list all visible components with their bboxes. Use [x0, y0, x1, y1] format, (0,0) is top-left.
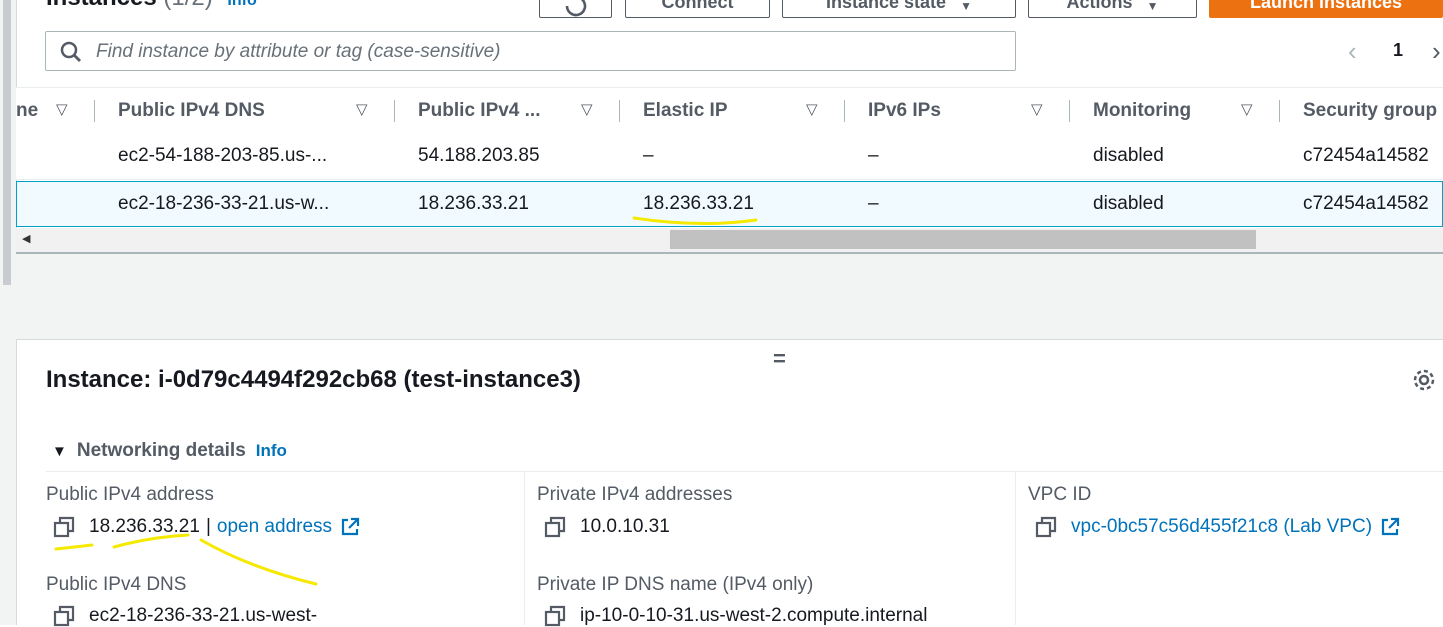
public-dns-value: ec2-18-236-33-21.us-west-	[89, 605, 318, 626]
instance-count: (1/2)	[163, 0, 212, 11]
sort-icon[interactable]: ▽	[581, 100, 593, 118]
public-ipv4-value-row: 18.236.33.21 | open address	[53, 516, 360, 538]
split-panel-gap	[16, 254, 1443, 340]
table-header: ne ▽ Public IPv4 DNS ▽ Public IPv4 ... ▽…	[16, 87, 1443, 135]
column-header-public-ip[interactable]: Public IPv4 ...	[418, 88, 541, 134]
launch-instances-button[interactable]: Launch instances	[1209, 0, 1443, 18]
copy-icon[interactable]	[53, 516, 75, 538]
column-resizer[interactable]	[94, 100, 95, 122]
cell-public-dns: ec2-54-188-203-85.us-...	[118, 145, 328, 166]
column-resizer[interactable]	[844, 100, 845, 122]
section-title: Networking details	[76, 440, 246, 461]
scrollbar-thumb[interactable]	[670, 230, 1256, 249]
info-link[interactable]: Info	[227, 0, 256, 9]
page-title: Instances (1/2) Info	[46, 0, 257, 12]
search-icon	[60, 41, 81, 62]
sort-icon[interactable]: ▽	[56, 100, 68, 118]
instance-state-button[interactable]: Instance state ▼	[782, 0, 1016, 18]
cell-security-group: c72454a14582	[1303, 145, 1429, 166]
column-header-monitoring[interactable]: Monitoring	[1093, 88, 1191, 134]
search-box	[45, 31, 1016, 71]
copy-icon[interactable]	[544, 605, 566, 627]
public-ipv4-value: 18.236.33.21	[89, 516, 200, 537]
private-dns-label: Private IP DNS name (IPv4 only)	[537, 574, 814, 595]
previous-page-icon[interactable]: ‹	[1348, 36, 1357, 67]
open-address-link[interactable]: open address	[217, 516, 332, 538]
scroll-left-icon[interactable]: ◀	[22, 232, 30, 245]
private-dns-value-row: ip-10-0-10-31.us-west-2.compute.internal	[544, 605, 927, 627]
horizontal-scrollbar[interactable]: ◀	[16, 228, 1443, 254]
title-text: Instances	[46, 0, 157, 11]
gear-icon[interactable]	[1410, 366, 1438, 394]
column-resizer[interactable]	[619, 100, 620, 122]
private-ipv4-label: Private IPv4 addresses	[537, 484, 733, 505]
collapse-caret-icon[interactable]: ▼	[52, 443, 67, 460]
vpc-id-link[interactable]: vpc-0bc57c56d455f21c8 (Lab VPC)	[1071, 516, 1372, 538]
cell-security-group: c72454a14582	[1303, 193, 1429, 214]
table-row[interactable]: ec2-54-188-203-85.us-... 54.188.203.85 –…	[16, 134, 1443, 180]
column-header-security-group[interactable]: Security group	[1303, 88, 1437, 134]
column-divider	[1015, 472, 1016, 625]
column-resizer[interactable]	[1279, 100, 1280, 122]
column-header-name[interactable]: ne	[16, 88, 38, 134]
instance-detail-title: Instance: i-0d79c4494f292cb68 (test-inst…	[46, 366, 581, 393]
column-header-ipv6[interactable]: IPv6 IPs	[868, 88, 941, 134]
copy-icon[interactable]	[1035, 516, 1057, 538]
cell-elastic-ip: 18.236.33.21	[643, 193, 754, 214]
column-header-public-dns[interactable]: Public IPv4 DNS	[118, 88, 265, 134]
cell-public-ip: 18.236.33.21	[418, 193, 529, 214]
external-link-icon[interactable]	[1380, 517, 1400, 537]
separator: |	[205, 516, 211, 537]
left-panel-strip	[0, 0, 17, 625]
private-ipv4-value-row: 10.0.10.31	[544, 516, 670, 538]
actions-button[interactable]: Actions ▼	[1028, 0, 1197, 18]
next-page-icon[interactable]: ›	[1432, 36, 1441, 67]
networking-section-header[interactable]: ▼ Networking details Info	[52, 440, 287, 462]
section-info-link[interactable]: Info	[256, 441, 287, 460]
column-header-elastic-ip[interactable]: Elastic IP	[643, 88, 728, 134]
vpc-id-value-row: vpc-0bc57c56d455f21c8 (Lab VPC)	[1035, 516, 1400, 538]
caret-down-icon: ▼	[960, 0, 972, 13]
vertical-scrollbar-thumb[interactable]	[3, 0, 11, 285]
refresh-icon	[565, 0, 586, 17]
private-dns-value: ip-10-0-10-31.us-west-2.compute.internal	[580, 605, 928, 626]
public-dns-value-row: ec2-18-236-33-21.us-west-	[53, 605, 317, 627]
column-divider	[524, 472, 525, 625]
cell-ipv6: –	[868, 193, 879, 214]
cell-monitoring: disabled	[1093, 145, 1164, 166]
resize-handle-icon[interactable]: =	[773, 346, 786, 372]
copy-icon[interactable]	[53, 605, 75, 627]
public-ipv4-label: Public IPv4 address	[46, 484, 214, 505]
vpc-id-label: VPC ID	[1028, 484, 1092, 505]
table-row-selected[interactable]: ec2-18-236-33-21.us-w... 18.236.33.21 18…	[16, 181, 1443, 227]
cell-elastic-ip: –	[643, 145, 654, 166]
sort-icon[interactable]: ▽	[1241, 100, 1253, 118]
cell-monitoring: disabled	[1093, 193, 1164, 214]
external-link-icon[interactable]	[340, 517, 360, 537]
cell-public-ip: 54.188.203.85	[418, 145, 540, 166]
cell-public-dns: ec2-18-236-33-21.us-w...	[118, 193, 330, 214]
public-dns-label: Public IPv4 DNS	[46, 574, 187, 595]
private-ipv4-value: 10.0.10.31	[580, 516, 670, 537]
connect-button[interactable]: Connect	[625, 0, 770, 18]
caret-down-icon: ▼	[1146, 0, 1159, 13]
divider	[46, 471, 1443, 472]
column-resizer[interactable]	[394, 100, 395, 122]
sort-icon[interactable]: ▽	[1031, 100, 1043, 118]
page-number[interactable]: 1	[1393, 40, 1403, 61]
sort-icon[interactable]: ▽	[806, 100, 818, 118]
refresh-button[interactable]	[539, 0, 612, 18]
sort-icon[interactable]: ▽	[356, 100, 368, 118]
copy-icon[interactable]	[544, 516, 566, 538]
search-input[interactable]	[94, 40, 998, 64]
cell-ipv6: –	[868, 145, 879, 166]
column-resizer[interactable]	[1069, 100, 1070, 122]
